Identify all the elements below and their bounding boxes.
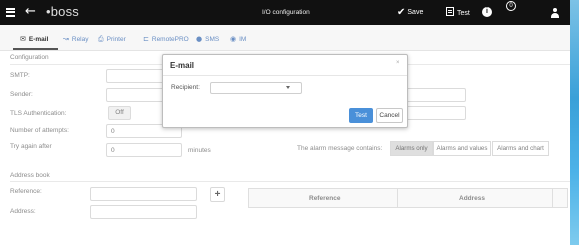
app-logo: •boss (46, 4, 80, 19)
save-label: Save (407, 9, 424, 16)
test-button[interactable]: Test (446, 7, 470, 17)
dialog-test-button[interactable]: Test (349, 108, 373, 123)
remote-icon: ⊏ (143, 35, 149, 43)
tab-bar: ✉ E-mail ↝ Relay ⎙ Printer ⊏ RemotePRO ● SMS … (0, 25, 570, 51)
printer-icon: ⎙ (98, 35, 104, 43)
sms-icon: ● (196, 35, 203, 43)
configuration-heading: Configuration (10, 54, 49, 61)
side-accent-strip (570, 0, 579, 245)
back-arrow-icon[interactable]: ← (25, 4, 36, 19)
column-header-reference: Reference (309, 195, 341, 202)
tab-email[interactable]: ✉ E-mail (20, 35, 48, 43)
user-icon[interactable] (551, 8, 559, 18)
close-icon[interactable]: × (396, 60, 400, 66)
tab-email-label: E-mail (28, 36, 49, 43)
chevron-down-icon (286, 86, 290, 89)
add-address-button[interactable]: + (210, 187, 225, 202)
address-input[interactable] (90, 205, 197, 219)
address-book-heading: Address book (10, 172, 50, 179)
info-icon[interactable]: i (482, 7, 492, 17)
recipient-select[interactable] (210, 82, 302, 94)
im-icon: ◉ (230, 35, 237, 43)
active-tab-indicator (13, 48, 58, 50)
tab-sms-label: SMS (205, 36, 220, 43)
column-separator (552, 189, 553, 207)
tab-sms[interactable]: ● SMS (196, 35, 219, 43)
tab-remotepro[interactable]: ⊏ RemotePRO (143, 35, 189, 43)
tls-label: TLS Authentication: (10, 110, 67, 117)
tab-remotepro-label: RemotePRO (151, 36, 189, 43)
tab-relay-label: Relay (71, 36, 89, 43)
alarm-message-label: The alarm message contains: (297, 145, 383, 152)
alarm-option-alarms-and-chart[interactable]: Alarms and chart (492, 141, 549, 156)
alarm-option-alarms-and-values[interactable]: Alarms and values (433, 141, 491, 156)
notification-badge[interactable]: 0 (506, 1, 516, 11)
email-test-dialog: E-mail × Recipient: Test Cancel (162, 54, 408, 128)
test-label: Test (457, 10, 470, 17)
checkmark-icon: ✔ (397, 7, 406, 18)
attempts-label: Number of attempts: (10, 127, 69, 134)
save-button[interactable]: ✔ Save (397, 7, 423, 18)
relay-icon: ↝ (63, 35, 69, 43)
address-label: Address: (10, 208, 36, 215)
retry-label: Try again after (10, 143, 52, 150)
top-bar: ← •boss I/O configuration ✔ Save Test i 0 (0, 0, 570, 25)
reference-label: Reference: (10, 188, 42, 195)
column-separator (397, 189, 398, 207)
recipient-label: Recipient: (171, 84, 200, 91)
smtp-label: SMTP: (10, 72, 30, 79)
tab-printer-label: Printer (106, 36, 126, 43)
tab-relay[interactable]: ↝ Relay (63, 35, 89, 43)
dialog-divider (163, 75, 407, 76)
menu-icon[interactable] (6, 6, 15, 18)
tls-toggle[interactable]: Off (108, 106, 131, 120)
dialog-title: E-mail (170, 61, 195, 70)
alarm-option-alarms-only[interactable]: Alarms only (390, 141, 433, 156)
tab-printer[interactable]: ⎙ Printer (98, 35, 126, 44)
address-table: Reference Address (248, 188, 568, 208)
tab-im[interactable]: ◉ IM (230, 35, 246, 43)
reference-input[interactable] (90, 187, 197, 201)
retry-input[interactable]: 0 (106, 143, 182, 157)
sender-label: Sender: (10, 91, 33, 98)
column-header-address: Address (459, 195, 486, 202)
retry-unit-label: minutes (188, 147, 211, 154)
divider (10, 181, 570, 182)
tab-im-label: IM (239, 36, 247, 43)
dialog-cancel-button[interactable]: Cancel (376, 108, 403, 123)
test-document-icon (446, 7, 454, 16)
page-title: I/O configuration (262, 9, 310, 16)
envelope-icon: ✉ (20, 35, 26, 43)
